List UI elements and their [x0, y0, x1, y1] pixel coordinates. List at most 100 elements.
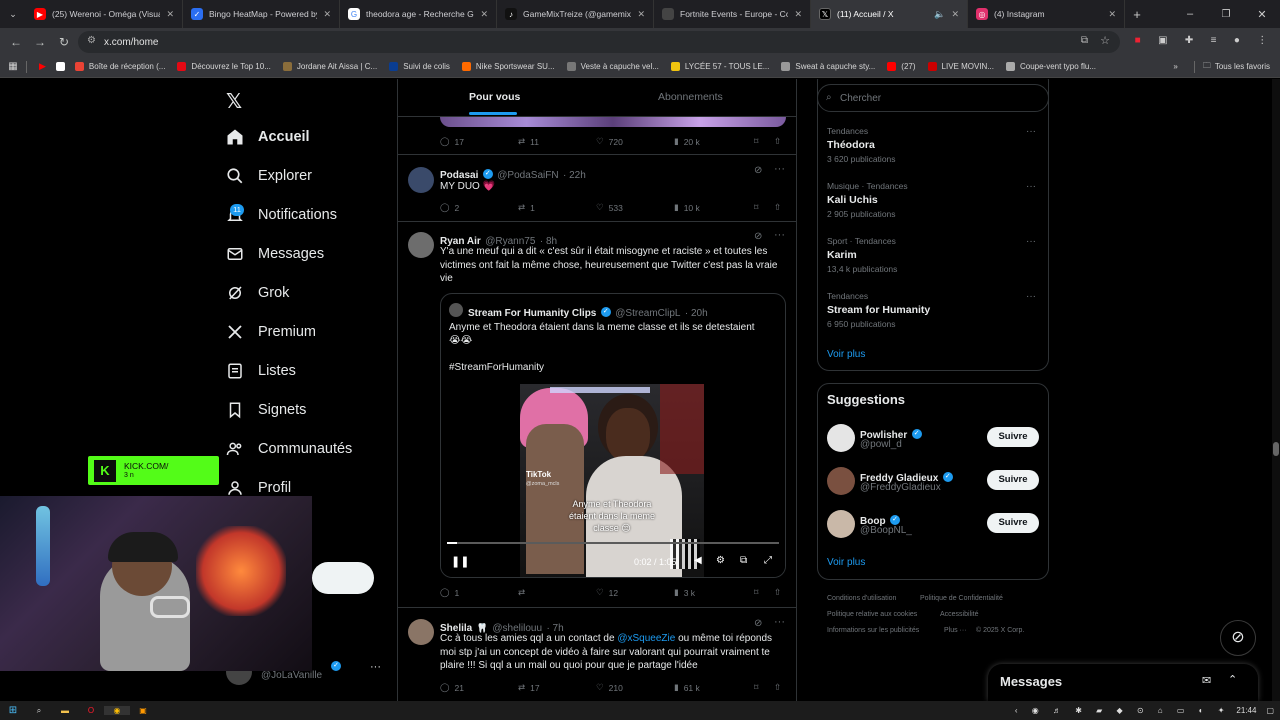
bookmark-icon[interactable]: ⌑ [754, 202, 774, 213]
post-button[interactable] [312, 562, 374, 594]
footer-link[interactable]: Accessibilité [940, 611, 979, 618]
close-tab-icon[interactable]: ✕ [480, 9, 488, 20]
tab-abonnements[interactable]: Abonnements [658, 91, 723, 103]
volume-icon[interactable]: ◀ [694, 555, 702, 566]
reply-button[interactable]: ◯ 21 [440, 682, 518, 693]
more-bookmarks-icon[interactable]: » [1173, 62, 1177, 71]
share-icon[interactable]: ⇧ [774, 587, 781, 598]
grok-tweet-icon[interactable]: ⊘ [754, 165, 762, 176]
bookmark-item[interactable]: LIVE MOVIN... [927, 62, 994, 71]
close-tab-icon[interactable]: ✕ [794, 9, 802, 20]
sidebar-item-communautes[interactable]: Communautés [226, 440, 352, 458]
trend-more-icon[interactable]: ··· [1026, 291, 1036, 302]
hashtag-link[interactable]: #StreamForHumanity [449, 361, 544, 375]
avatar[interactable] [408, 619, 434, 645]
bookmark-item[interactable]: (27) [887, 62, 916, 71]
browser-tab[interactable]: Fortnite Events - Europe - Com ✕ [654, 0, 811, 28]
gmail-bookmark-icon[interactable] [55, 62, 65, 71]
browser-tab-active[interactable]: 𝕏 (11) Accueil / X 🔈 ✕ [811, 0, 968, 28]
trend-more-icon[interactable]: ··· [1026, 236, 1036, 247]
sidebar-item-accueil[interactable]: Accueil [226, 128, 310, 146]
tray-icons[interactable]: ‹ ◉ ♬ ✱ ▰ ◆ ⊙ ⌂ ▭ ◐ ✦ [1015, 706, 1231, 715]
bookmark-item[interactable]: LYCÉE 57 - TOUS LE... [670, 62, 769, 71]
close-tab-icon[interactable]: ✕ [951, 9, 959, 20]
quoted-tweet[interactable]: Stream For Humanity Clips ✓ @StreamClipL… [440, 293, 786, 578]
close-window-button[interactable]: ✕ [1244, 8, 1280, 21]
footer-link[interactable]: Conditions d'utilisation [827, 595, 896, 602]
bookmark-item[interactable]: Coupe-vent typo flu... [1005, 62, 1096, 71]
maximize-button[interactable]: ❐ [1208, 9, 1244, 20]
footer-link[interactable]: Politique relative aux cookies [827, 611, 917, 618]
pip-icon[interactable]: ⧉ [740, 555, 747, 566]
search-icon[interactable]: ⌕ [26, 706, 52, 716]
close-tab-icon[interactable]: ✕ [166, 9, 174, 20]
share-icon[interactable]: ⇧ [774, 202, 781, 213]
grok-tweet-icon[interactable]: ⊘ [754, 231, 762, 242]
repost-button[interactable]: ⇄ 11 [518, 136, 596, 147]
bookmark-item[interactable]: Boîte de réception (... [74, 62, 165, 71]
browser-tab[interactable]: ♪ GameMixTreize (@gamemixtre ✕ [497, 0, 654, 28]
opera-icon[interactable]: O [78, 706, 104, 715]
follow-button[interactable]: Suivre [987, 513, 1039, 533]
extension-icon[interactable]: ■ [1135, 35, 1141, 49]
account-more-icon[interactable]: ··· [370, 661, 381, 673]
like-button[interactable]: ♡ 533 [596, 202, 674, 213]
follow-button[interactable]: Suivre [987, 470, 1039, 490]
tweet-time[interactable]: · 22h [563, 170, 586, 181]
scrollbar[interactable] [1272, 79, 1280, 701]
avatar[interactable] [408, 167, 434, 193]
like-button[interactable]: ♡ 720 [596, 136, 674, 147]
sidebar-item-grok[interactable]: Grok [226, 284, 289, 302]
like-button[interactable]: ♡ 12 [596, 587, 674, 598]
trend-more-icon[interactable]: ··· [1026, 181, 1036, 192]
browser-tab[interactable]: ◎ (4) Instagram ✕ [968, 0, 1125, 28]
youtube-bookmark-icon[interactable]: ▶ [39, 61, 46, 72]
extension-icon[interactable]: ▣ [1158, 35, 1167, 49]
sidebar-item-listes[interactable]: Listes [226, 362, 296, 380]
footer-link[interactable]: Politique de Confidentialité [920, 595, 1003, 602]
author-handle[interactable]: @PodaSaiFN [497, 170, 558, 181]
reload-icon[interactable]: ↻ [52, 35, 76, 49]
bookmark-icon[interactable]: ⌑ [754, 136, 774, 147]
sidebar-item-explorer[interactable]: Explorer [226, 167, 312, 185]
pause-icon[interactable]: ❚❚ [451, 555, 469, 568]
sidebar-item-signets[interactable]: Signets [226, 401, 306, 419]
x-logo-icon[interactable]: 𝕏 [226, 89, 242, 114]
messages-drawer[interactable]: Messages ✉ ⌃ [988, 664, 1258, 701]
settings-icon[interactable]: ⚙ [716, 555, 725, 566]
repost-button[interactable]: ⇄ 1 [518, 202, 596, 213]
install-app-icon[interactable]: ⧉ [1081, 35, 1088, 46]
new-tab-button[interactable]: + [1125, 7, 1149, 22]
mention-link[interactable]: @xSqueeZie [617, 633, 675, 644]
site-info-icon[interactable]: ⚙ [87, 35, 96, 46]
minimize-button[interactable]: – [1172, 8, 1208, 20]
footer-link[interactable]: Plus ··· [944, 627, 967, 634]
reply-button[interactable]: ◯ 17 [440, 136, 518, 147]
follow-button[interactable]: Suivre [987, 427, 1039, 447]
new-message-icon[interactable]: ✉ [1202, 674, 1211, 687]
all-bookmarks-link[interactable]: Tous les favoris [1215, 62, 1270, 71]
expand-icon[interactable]: ⌃ [1228, 673, 1237, 686]
repost-button[interactable]: ⇄ [518, 587, 596, 598]
tweet-more-icon[interactable]: ··· [774, 229, 785, 241]
puzzle-icon[interactable]: ✚ [1185, 35, 1193, 49]
browser-tab[interactable]: ▶ (25) Werenoi - Oméga (Visualiz ✕ [26, 0, 183, 28]
scrollbar-thumb[interactable] [1273, 442, 1279, 456]
video-progress-track[interactable] [447, 542, 779, 544]
chrome-icon[interactable]: ◉ [104, 706, 130, 715]
grok-tweet-icon[interactable]: ⊘ [754, 618, 762, 629]
forward-icon[interactable]: → [28, 35, 52, 49]
file-explorer-icon[interactable]: ▬ [52, 706, 78, 715]
profile-avatar-icon[interactable]: ● [1234, 35, 1240, 49]
windows-start-icon[interactable]: ⊞ [0, 705, 26, 716]
video-player[interactable]: TikTok @zoma_mcls Anyme et Theodora étai… [441, 384, 785, 577]
notifications-tray-icon[interactable]: ▢ [1266, 706, 1274, 715]
bookmark-star-icon[interactable]: ☆ [1100, 34, 1110, 47]
like-button[interactable]: ♡ 210 [596, 682, 674, 693]
bookmark-item[interactable]: Suivi de colis [389, 62, 450, 71]
see-more-trends-link[interactable]: Voir plus [827, 349, 865, 360]
bookmark-item[interactable]: Découvrez le Top 10... [177, 62, 271, 71]
media-icon[interactable]: ≡ [1211, 35, 1217, 49]
close-tab-icon[interactable]: ✕ [1108, 9, 1116, 20]
trend-more-icon[interactable]: ··· [1026, 126, 1036, 137]
